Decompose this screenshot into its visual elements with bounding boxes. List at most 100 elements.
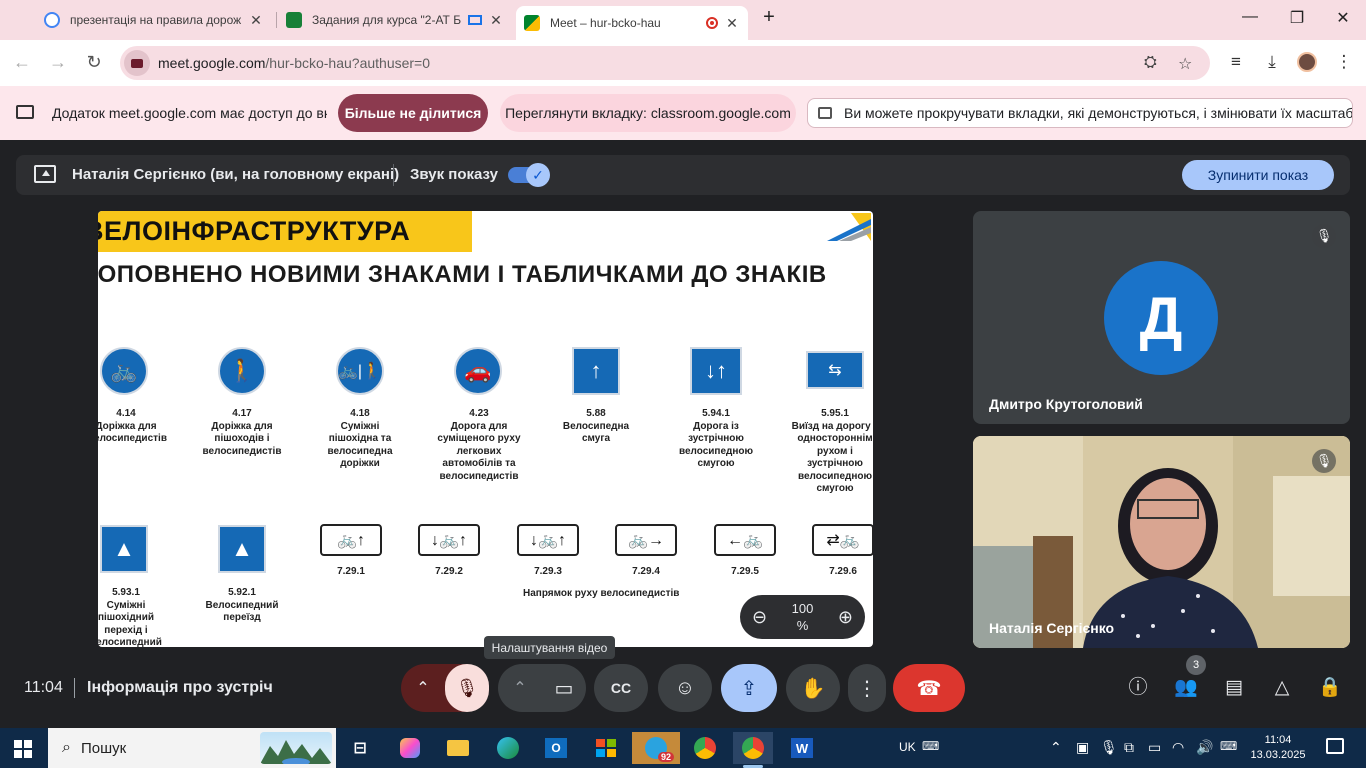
presenting-bar: Наталія Сергієнко (ви, на головному екра…: [16, 155, 1350, 195]
share-tab-icon: [16, 105, 34, 119]
new-tab-icon[interactable]: +: [754, 6, 784, 29]
keyboard-icon[interactable]: ⌨: [922, 739, 939, 753]
share-audio-toggle[interactable]: ✓: [508, 163, 550, 187]
zoom-level: 100%: [791, 601, 814, 633]
notifications-icon[interactable]: [1326, 738, 1344, 754]
plates-caption: Напрямок руху велосипедистів: [523, 588, 680, 599]
volume-icon[interactable]: 🔊: [1196, 739, 1213, 756]
task-view-icon[interactable]: ⊟: [340, 732, 380, 764]
meeting-clock: 11:04: [24, 679, 63, 696]
scroll-hint: Ви можете прокручувати вкладки, які демо…: [807, 98, 1353, 128]
word-icon[interactable]: W: [782, 732, 822, 764]
tab-separator: [276, 12, 277, 28]
more-options-button[interactable]: ⋮: [848, 664, 886, 712]
close-window-icon[interactable]: ✕: [1328, 8, 1358, 28]
microphone-icon[interactable]: 🎙: [1100, 739, 1118, 756]
google-icon: [44, 12, 60, 28]
input-language[interactable]: UK: [899, 740, 916, 754]
stop-presenting-button[interactable]: Зупинити показ: [1182, 160, 1334, 190]
slide-subtitle: ДОПОВНЕНО НОВИМИ ЗНАКАМИ І ТАБЛИЧКАМИ ДО…: [98, 261, 827, 288]
host-controls-icon[interactable]: 🔒: [1317, 675, 1343, 701]
file-explorer-icon[interactable]: [438, 732, 478, 764]
bookmark-star-icon[interactable]: ☆: [1178, 54, 1192, 74]
captions-button[interactable]: CC: [594, 664, 648, 712]
tooltip: Налаштування відео: [484, 636, 615, 659]
leave-call-button[interactable]: ☎: [893, 664, 965, 712]
outlook-icon[interactable]: O: [536, 732, 576, 764]
present-now-button[interactable]: ⇪: [721, 664, 777, 712]
taskbar-search[interactable]: ⌕ Пошук: [48, 728, 336, 768]
camera-options-chevron-icon[interactable]: ⌃: [498, 678, 542, 698]
profile-avatar[interactable]: [1295, 52, 1319, 72]
minimize-icon[interactable]: —: [1235, 8, 1265, 26]
participant-name: Наталія Сергієнко: [989, 620, 1115, 636]
copilot-icon[interactable]: [390, 732, 430, 764]
screen-share-icon: [468, 15, 482, 25]
telegram-icon[interactable]: 92: [632, 732, 680, 764]
chat-icon[interactable]: ▤: [1221, 675, 1247, 701]
url-text[interactable]: meet.google.com/hur-bcko-hau?authuser=0: [158, 55, 430, 71]
info-icon[interactable]: ⓘ: [1125, 675, 1151, 701]
address-bar[interactable]: meet.google.com/hur-bcko-hau?authuser=0 …: [120, 46, 1210, 80]
raise-hand-button[interactable]: ✋: [786, 664, 840, 712]
forward-icon[interactable]: →: [46, 52, 70, 73]
tab-presentation[interactable]: презентація на правила дорож ✕: [36, 6, 272, 34]
close-tab-icon[interactable]: ✕: [724, 15, 740, 32]
back-icon[interactable]: ←: [10, 52, 34, 73]
participant-tile[interactable]: 🎙 Наталія Сергієнко: [973, 436, 1350, 648]
sharing-infobar: Додаток meet.google.com має доступ до вк…: [0, 86, 1366, 140]
browser-menu-icon[interactable]: ⋮: [1332, 52, 1356, 72]
tab-classroom[interactable]: Задания для курса "2-АТ Б ✕: [278, 6, 512, 34]
slide-title: ВЕЛОІНФРАСТРУКТУРА: [98, 216, 411, 246]
close-tab-icon[interactable]: ✕: [248, 12, 264, 29]
mic-off-button[interactable]: 🎙: [445, 664, 489, 712]
tab-meet[interactable]: Meet – hur-bcko-hau ✕: [516, 6, 748, 40]
plate-label: 7.29.4: [632, 566, 660, 577]
presenter-label: Наталія Сергієнко (ви, на головному екра…: [72, 166, 400, 183]
system-clock[interactable]: 11:04 13.03.2025: [1248, 733, 1308, 763]
show-hidden-icons-chevron[interactable]: ⌃: [1050, 739, 1062, 756]
camera-icon[interactable]: ▭: [542, 676, 586, 701]
search-icon: ⌕: [62, 739, 71, 756]
sign-caption: 5.93.1Суміжні пішохідний перехід і велос…: [98, 587, 162, 647]
windows-start-icon[interactable]: [14, 740, 32, 758]
chrome-profile-icon[interactable]: [733, 732, 773, 768]
chrome-icon[interactable]: [685, 732, 725, 764]
emoji-reaction-button[interactable]: ☺: [658, 664, 712, 712]
edge-icon[interactable]: [488, 732, 528, 764]
sign-5-88-bicycle-lane-icon: ↑: [572, 347, 620, 395]
translate-icon[interactable]: ⛭: [1144, 54, 1157, 72]
meet-icon: [524, 15, 540, 31]
plate-7-29-5-icon: ←🚲: [714, 524, 776, 556]
people-icon[interactable]: 👥: [1173, 675, 1199, 701]
zoom-out-icon[interactable]: ⊖: [752, 607, 767, 628]
battery-icon[interactable]: ▭: [1148, 739, 1161, 756]
tab-strip: презентація на правила дорож ✕ Задания д…: [0, 0, 1366, 40]
screen-capture-icon[interactable]: ⧉: [1124, 739, 1134, 756]
meeting-info-link[interactable]: Інформація про зустріч: [87, 679, 273, 697]
close-tab-icon[interactable]: ✕: [488, 12, 504, 29]
ministry-logo: [827, 213, 871, 241]
divider: [393, 164, 394, 186]
camera-in-use-icon[interactable]: ▣: [1076, 739, 1089, 756]
store-icon[interactable]: [586, 732, 626, 764]
view-shared-tab-button[interactable]: Переглянути вкладку: classroom.google.co…: [500, 94, 796, 132]
reload-icon[interactable]: ↻: [82, 52, 106, 73]
stop-sharing-button[interactable]: Більше не ділитися: [338, 94, 488, 132]
participant-tile[interactable]: 🎙 Д Дмитро Крутоголовий: [973, 211, 1350, 424]
divider: [74, 678, 75, 698]
mic-off-icon: 🎙: [1312, 224, 1336, 248]
plate-label: 7.29.5: [731, 566, 759, 577]
activities-icon[interactable]: △: [1269, 675, 1295, 701]
restore-icon[interactable]: ❐: [1282, 8, 1312, 28]
search-highlight-image: [260, 732, 332, 764]
zoom-in-icon[interactable]: ⊕: [838, 607, 853, 628]
shared-screen[interactable]: ВЕЛОІНФРАСТРУКТУРА ДОПОВНЕНО НОВИМИ ЗНАК…: [98, 211, 873, 647]
site-info-icon[interactable]: [124, 50, 150, 76]
sign-5-95-1-oneway-exit-icon: ⇆: [806, 351, 864, 389]
media-control-icon[interactable]: ≡: [1224, 52, 1248, 72]
keyboard-layout-icon[interactable]: ⌨: [1220, 739, 1237, 753]
download-icon[interactable]: ⤓: [1260, 52, 1284, 72]
mic-options-chevron-icon[interactable]: ⌃: [401, 678, 445, 698]
wifi-icon[interactable]: ◠: [1172, 739, 1184, 756]
